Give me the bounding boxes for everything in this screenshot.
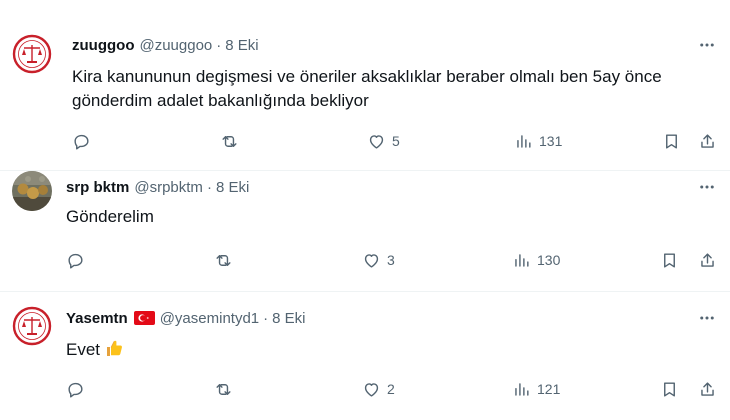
timestamp[interactable]: 8 Eki (272, 310, 305, 327)
repost-icon (222, 135, 237, 147)
thumbs-up-icon (104, 338, 124, 358)
heart-icon (364, 382, 379, 397)
share-icon (701, 133, 714, 148)
bookmark-button[interactable] (660, 374, 679, 404)
repost-button[interactable] (214, 245, 233, 275)
more-icon (700, 316, 714, 320)
tweet-text: Evet (66, 338, 706, 362)
more-icon (700, 185, 714, 189)
reply-icon (74, 134, 89, 149)
turkey-flag-icon (133, 311, 155, 325)
separator-dot: · (216, 36, 222, 54)
avatar[interactable] (12, 171, 52, 211)
reply-icon (68, 253, 83, 268)
more-options-button[interactable] (696, 35, 718, 55)
tweet-header: zuuggoo @zuuggoo · 8 Eki (72, 35, 259, 55)
reply-icon (68, 382, 83, 397)
display-name[interactable]: srp bktm (66, 179, 129, 196)
like-button[interactable]: 5 (367, 126, 400, 156)
user-handle[interactable]: @zuuggoo (139, 37, 212, 54)
user-handle[interactable]: @srpbktm (134, 179, 203, 196)
more-options-button[interactable] (696, 177, 718, 197)
repost-icon (216, 254, 231, 266)
reply-button[interactable] (66, 245, 85, 275)
repost-icon (216, 383, 231, 395)
views-button[interactable]: 130 (512, 245, 560, 275)
views-button[interactable]: 121 (512, 374, 560, 404)
like-count: 2 (387, 381, 395, 397)
tweet-1[interactable]: zuuggoo @zuuggoo · 8 Eki Kira kanununun … (0, 0, 730, 170)
tweet-2[interactable]: srp bktm @srpbktm · 8 Eki Gönderelim 3 1… (0, 171, 730, 291)
photo-avatar (12, 171, 52, 211)
like-count: 3 (387, 252, 395, 268)
reply-button[interactable] (66, 374, 85, 404)
display-name[interactable]: zuuggoo (72, 37, 134, 54)
tweet-text-content: Evet (66, 340, 101, 359)
more-options-button[interactable] (696, 308, 718, 328)
tweet-3[interactable]: Yasemtn @yasemintyd1 · 8 Eki Evet 2 121 (0, 292, 730, 420)
bookmark-button[interactable] (660, 245, 679, 275)
justice-scales-logo-icon (12, 306, 52, 346)
avatar[interactable] (12, 306, 52, 346)
share-icon (701, 252, 714, 267)
reply-button[interactable] (72, 126, 91, 156)
tweet-header: srp bktm @srpbktm · 8 Eki (66, 177, 249, 197)
repost-button[interactable] (214, 374, 233, 404)
views-button[interactable]: 131 (514, 126, 562, 156)
timestamp[interactable]: 8 Eki (225, 37, 258, 54)
view-count: 131 (539, 133, 563, 149)
heart-icon (369, 134, 384, 149)
bookmark-icon (664, 381, 675, 397)
analytics-icon (517, 134, 531, 148)
timestamp[interactable]: 8 Eki (216, 179, 249, 196)
tweet-header: Yasemtn @yasemintyd1 · 8 Eki (66, 308, 306, 328)
tweet-text: Gönderelim (66, 207, 154, 226)
bookmark-button[interactable] (662, 126, 681, 156)
share-button[interactable] (698, 245, 717, 275)
justice-scales-logo-icon (12, 34, 52, 74)
share-button[interactable] (698, 374, 717, 404)
tweet-actions: 3 130 (62, 245, 722, 275)
bookmark-icon (664, 252, 675, 268)
tweet-actions: 2 121 (62, 374, 722, 404)
like-button[interactable]: 2 (362, 374, 395, 404)
separator-dot: · (206, 178, 212, 196)
tweet-actions: 5 131 (62, 126, 722, 156)
share-icon (701, 381, 714, 396)
separator-dot: · (263, 309, 269, 327)
user-handle[interactable]: @yasemintyd1 (160, 310, 259, 327)
analytics-icon (515, 253, 529, 267)
view-count: 121 (537, 381, 561, 397)
repost-button[interactable] (220, 126, 239, 156)
heart-icon (364, 253, 379, 268)
tweet-text: Kira kanununun degişmesi ve öneriler aks… (72, 67, 662, 110)
view-count: 130 (537, 252, 561, 268)
avatar[interactable] (12, 34, 52, 74)
bookmark-icon (666, 133, 677, 149)
like-count: 5 (392, 133, 400, 149)
more-icon (700, 43, 714, 47)
analytics-icon (515, 382, 529, 396)
like-button[interactable]: 3 (362, 245, 395, 275)
share-button[interactable] (698, 126, 717, 156)
display-name[interactable]: Yasemtn (66, 310, 128, 327)
